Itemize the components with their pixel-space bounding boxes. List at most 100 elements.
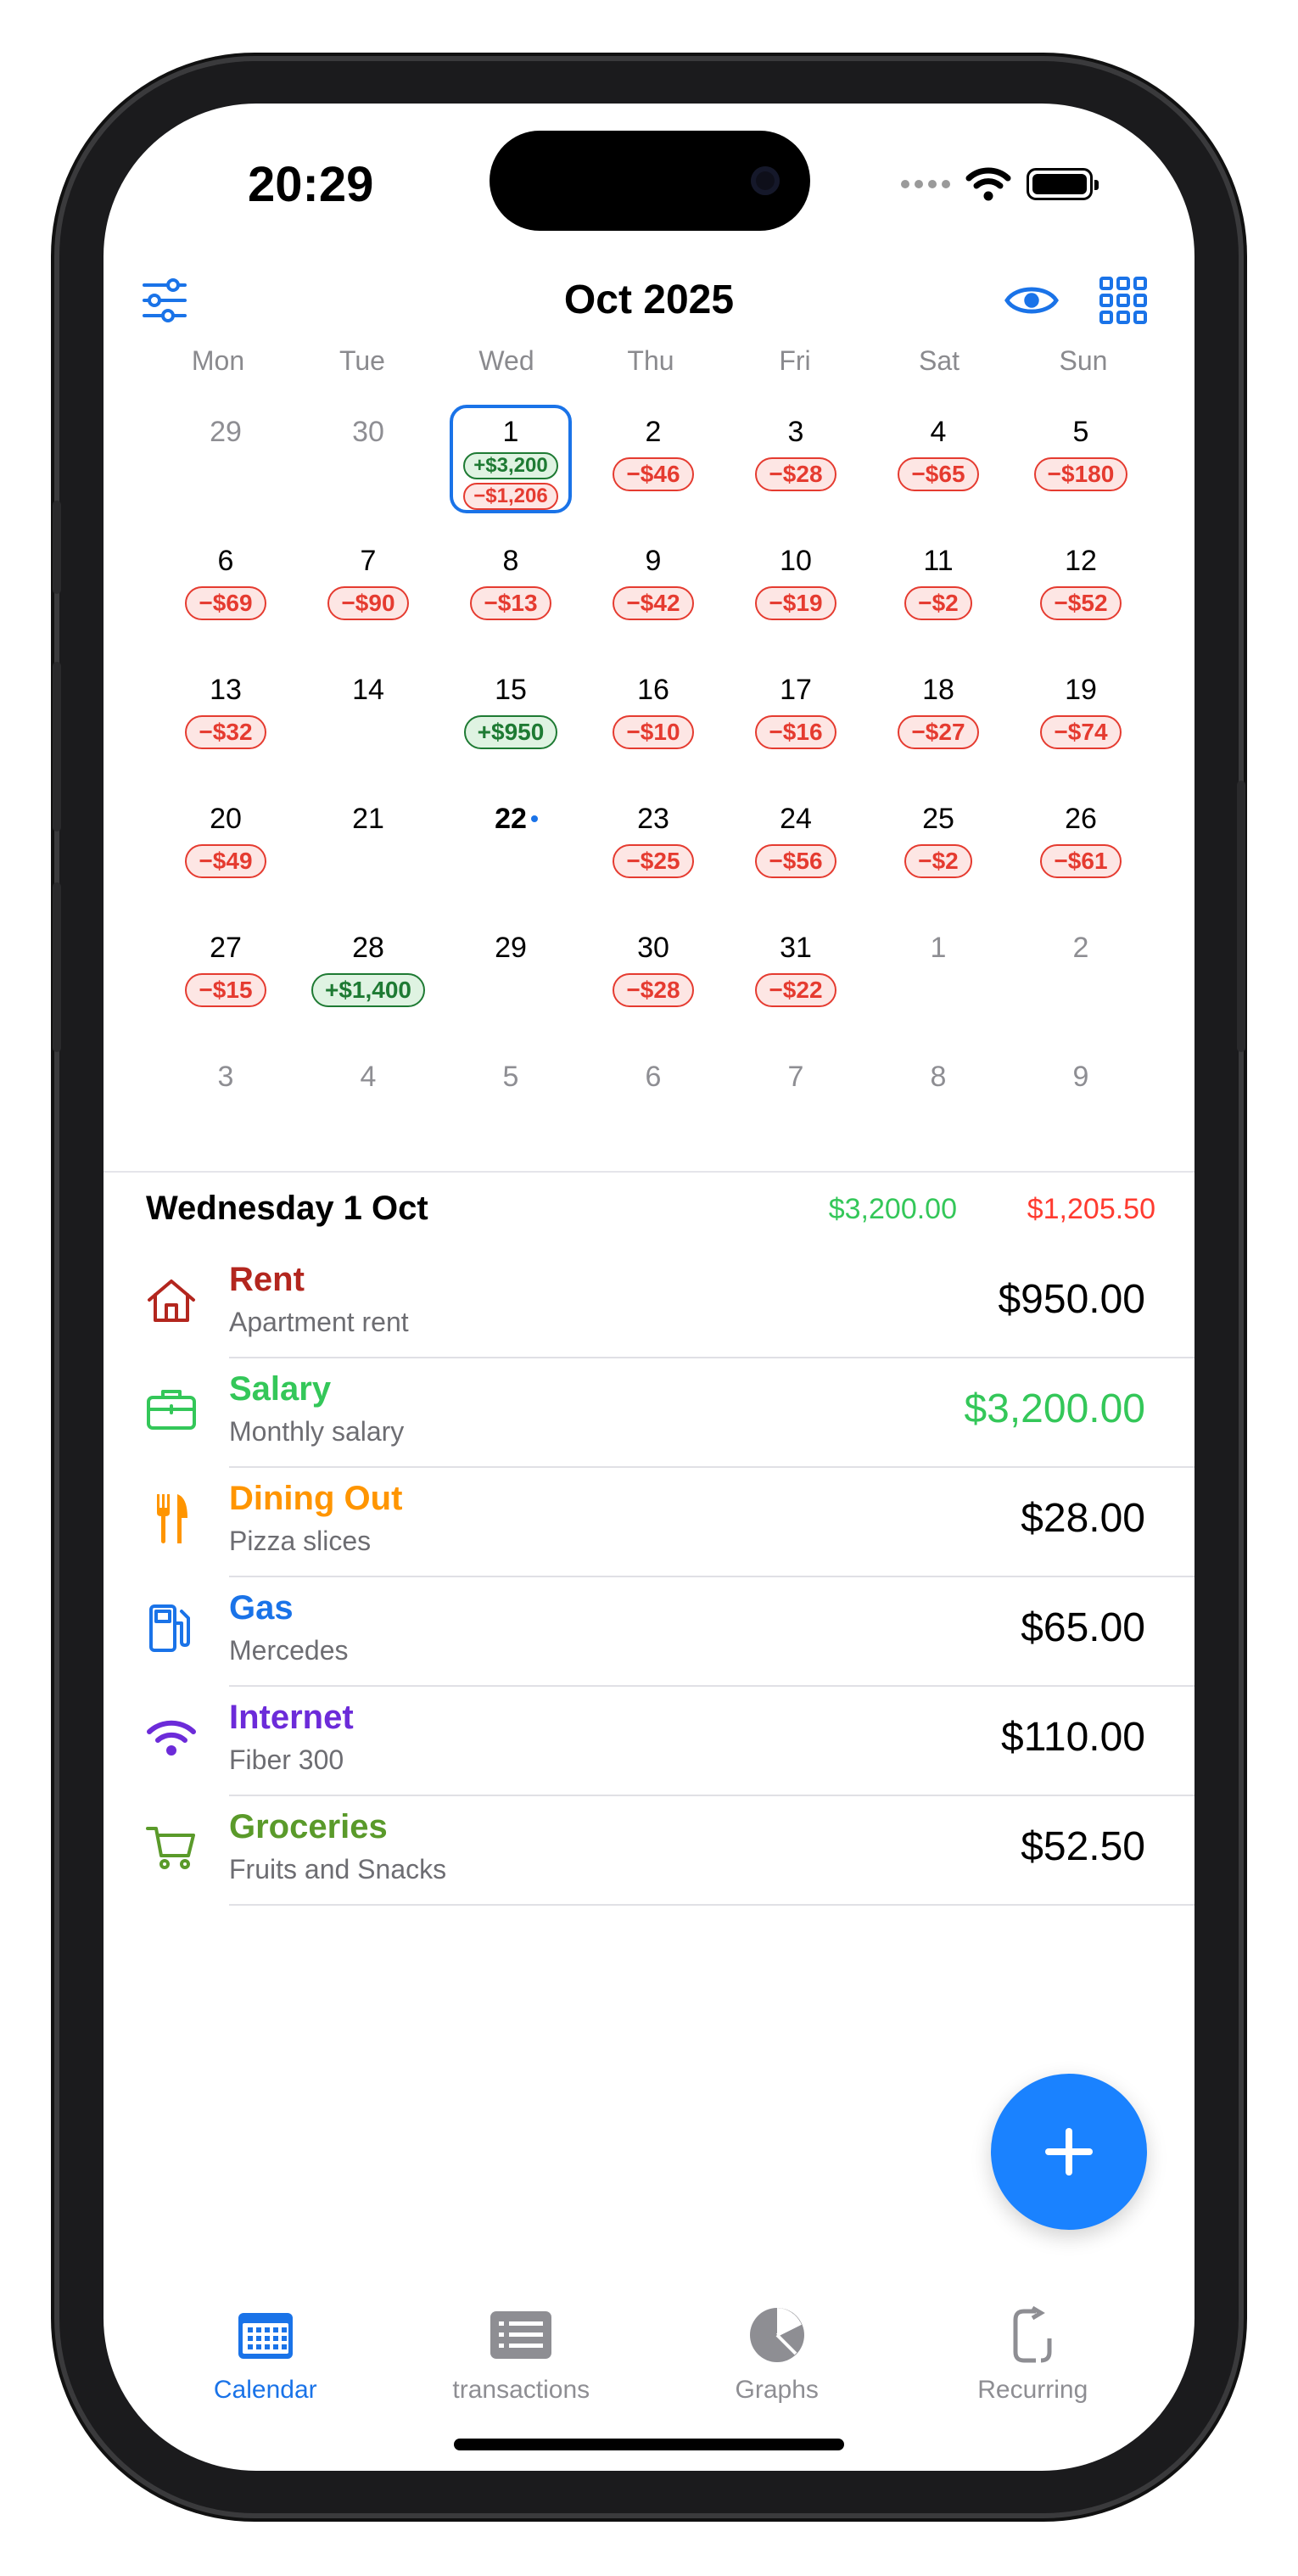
calendar-day[interactable]: 2 — [1010, 912, 1152, 1041]
day-number: 5 — [1072, 416, 1089, 448]
calendar-day[interactable]: 17 −$16 — [725, 654, 867, 783]
calendar-day[interactable]: 12 −$52 — [1010, 525, 1152, 654]
calendar-day[interactable]: 18 −$27 — [867, 654, 1010, 783]
day-number: 2 — [645, 416, 662, 448]
calendar-day[interactable]: 15 +$950 — [439, 654, 582, 783]
calendar-day[interactable]: 3 −$28 — [725, 396, 867, 525]
calendar-day[interactable]: 16 −$10 — [582, 654, 725, 783]
tab-graphs[interactable]: Graphs — [649, 2276, 905, 2411]
transaction-description: Mercedes — [229, 1635, 349, 1666]
expense-badge: −$90 — [327, 586, 409, 620]
calendar-day[interactable]: 19 −$74 — [1010, 654, 1152, 783]
calendar-day[interactable]: 9 — [1010, 1041, 1152, 1170]
day-number: 3 — [217, 1061, 234, 1093]
row-separator — [229, 1904, 1194, 1906]
day-number: 8 — [930, 1061, 947, 1093]
calendar-day[interactable]: 31 −$22 — [725, 912, 867, 1041]
plus-icon — [1045, 2128, 1093, 2176]
cart-icon — [144, 1820, 199, 1874]
calendar-day[interactable]: 6 — [582, 1041, 725, 1170]
day-number: 31 — [780, 932, 812, 964]
calendar-day[interactable]: 22 — [439, 783, 582, 912]
calendar-day[interactable]: 6 −$69 — [154, 525, 297, 654]
day-number: 4 — [360, 1061, 377, 1093]
transaction-description: Fruits and Snacks — [229, 1854, 447, 1884]
transaction-amount: $950.00 — [998, 1277, 1145, 1322]
calendar-day[interactable]: 9 −$42 — [582, 525, 725, 654]
calendar-day[interactable]: 26 −$61 — [1010, 783, 1152, 912]
tab-transactions[interactable]: transactions — [394, 2276, 650, 2411]
calendar-day[interactable]: 20 −$49 — [154, 783, 297, 912]
weekday-label: Mon — [191, 345, 245, 376]
expense-badge: −$49 — [185, 844, 266, 878]
calendar-day[interactable]: 21 — [297, 783, 439, 912]
calendar-day[interactable]: 14 — [297, 654, 439, 783]
calendar-day[interactable]: 7 −$90 — [297, 525, 439, 654]
day-number: 7 — [787, 1061, 804, 1093]
calendar-day[interactable]: 27 −$15 — [154, 912, 297, 1041]
day-number: 25 — [922, 803, 954, 835]
transaction-category: Internet — [229, 1699, 354, 1736]
day-number: 1 — [930, 932, 947, 964]
transaction-row[interactable]: Dining Out Pizza slices $28.00 — [104, 1468, 1194, 1577]
transaction-row[interactable]: Salary Monthly salary $3,200.00 — [104, 1358, 1194, 1468]
calendar-day[interactable]: 29 — [154, 396, 297, 525]
volume-up-button — [53, 662, 61, 832]
transaction-row[interactable]: Rent Apartment rent $950.00 — [104, 1249, 1194, 1358]
day-number: 17 — [780, 674, 812, 706]
calendar-day[interactable]: 1 +$3,200 −$1,206 — [439, 396, 582, 525]
calendar-day[interactable]: 2 −$46 — [582, 396, 725, 525]
calendar-day[interactable]: 23 −$25 — [582, 783, 725, 912]
calendar-grid: 29 30 1 +$3,200 −$1,206 2 −$46 3 −$28 4 −$65 5 −$180… — [154, 396, 1152, 1170]
transaction-row[interactable]: Gas Mercedes $65.00 — [104, 1577, 1194, 1687]
calendar-day[interactable]: 8 −$13 — [439, 525, 582, 654]
calendar-day[interactable]: 8 — [867, 1041, 1010, 1170]
expense-badge: −$25 — [613, 844, 694, 878]
calendar-day[interactable]: 25 −$2 — [867, 783, 1010, 912]
weekday-label: Sat — [918, 345, 960, 376]
calendar-day[interactable]: 5 −$180 — [1010, 396, 1152, 525]
calendar-day[interactable]: 1 — [867, 912, 1010, 1041]
calendar-day[interactable]: 4 −$65 — [867, 396, 1010, 525]
dynamic-island — [490, 131, 810, 231]
transaction-row[interactable]: Internet Fiber 300 $110.00 — [104, 1687, 1194, 1796]
calendar-day[interactable]: 30 −$28 — [582, 912, 725, 1041]
calendar-day[interactable]: 3 — [154, 1041, 297, 1170]
grid-icon[interactable] — [1096, 273, 1150, 328]
expense-badge: −$32 — [185, 715, 266, 749]
top-bar: Oct 2025 — [104, 256, 1194, 341]
expense-badge: −$2 — [904, 844, 972, 878]
day-number: 11 — [923, 545, 954, 577]
calendar-day[interactable]: 4 — [297, 1041, 439, 1170]
tab-label: Recurring — [977, 2376, 1088, 2404]
expense-badge: −$16 — [755, 715, 836, 749]
day-number: 24 — [780, 803, 812, 835]
add-transaction-button[interactable] — [991, 2074, 1147, 2230]
calendar-day[interactable]: 11 −$2 — [867, 525, 1010, 654]
day-expense-total: $1,205.50 — [1027, 1193, 1155, 1225]
calendar-day[interactable]: 13 −$32 — [154, 654, 297, 783]
calendar-icon — [232, 2301, 299, 2369]
day-number: 28 — [352, 932, 384, 964]
tab-label: transactions — [452, 2376, 590, 2404]
day-number: 7 — [360, 545, 377, 577]
calendar-day[interactable]: 30 — [297, 396, 439, 525]
calendar-day[interactable]: 10 −$19 — [725, 525, 867, 654]
weekday-label: Tue — [339, 345, 385, 376]
tab-recurring[interactable]: Recurring — [905, 2276, 1161, 2411]
house-icon — [144, 1273, 199, 1327]
briefcase-icon — [144, 1382, 199, 1436]
day-number: 4 — [930, 416, 947, 448]
income-badge: +$950 — [463, 715, 558, 749]
calendar-day[interactable]: 5 — [439, 1041, 582, 1170]
calendar-day[interactable]: 24 −$56 — [725, 783, 867, 912]
calendar-day[interactable]: 28 +$1,400 — [297, 912, 439, 1041]
screen: 20:29 Oct 2025 Mon Tue Wed Thu Fri Sat S… — [104, 104, 1194, 2471]
day-number: 26 — [1065, 803, 1097, 835]
tab-calendar[interactable]: Calendar — [137, 2276, 394, 2411]
eye-icon[interactable] — [1004, 273, 1059, 328]
calendar-day[interactable]: 7 — [725, 1041, 867, 1170]
transaction-row[interactable]: Groceries Fruits and Snacks $52.50 — [104, 1796, 1194, 1906]
day-number: 29 — [495, 932, 527, 964]
calendar-day[interactable]: 29 — [439, 912, 582, 1041]
